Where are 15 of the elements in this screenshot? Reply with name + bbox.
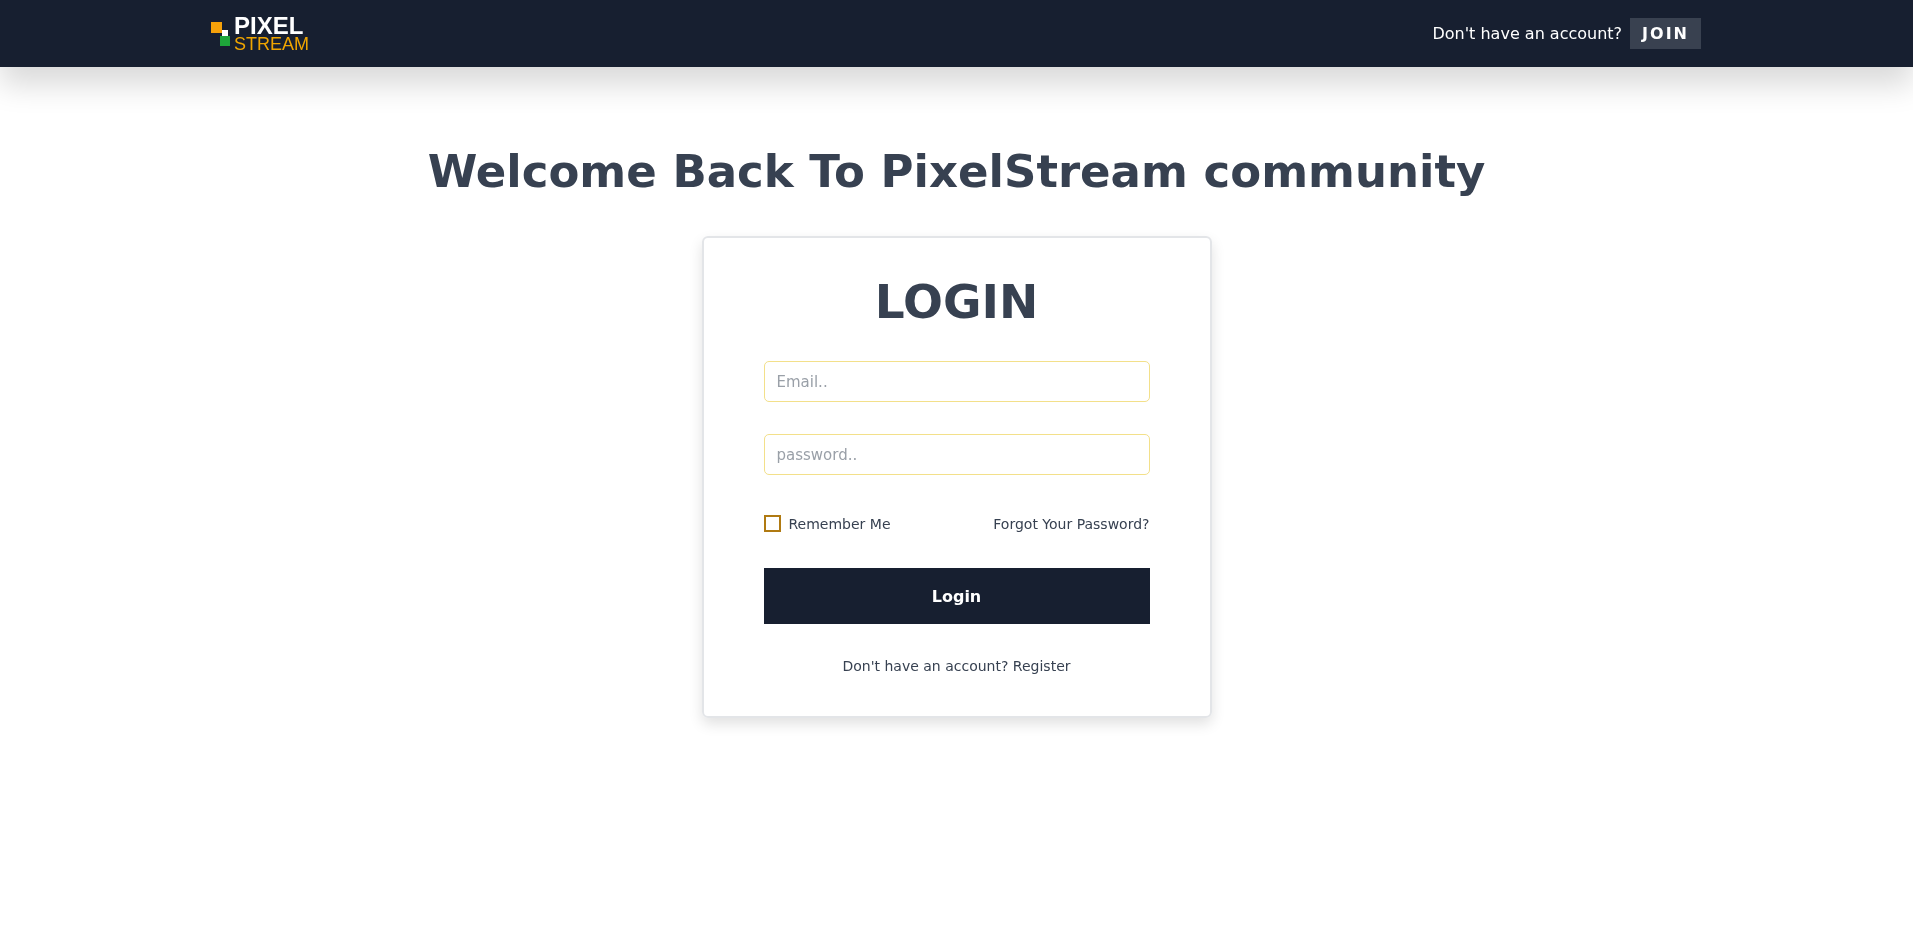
- logo-squares-icon: [211, 21, 231, 46]
- login-button[interactable]: Login: [763, 568, 1150, 624]
- email-field[interactable]: Email..: [763, 361, 1150, 402]
- remember-checkbox[interactable]: [763, 515, 781, 532]
- account-prompt: Don't have an account?: [1432, 24, 1623, 43]
- logo-text: PIXEL: [234, 14, 304, 37]
- page-heading: Welcome Back To PixelStream community: [426, 145, 1487, 198]
- join-button[interactable]: JOIN: [1630, 18, 1701, 49]
- forgot-password-link[interactable]: Forgot Your Password?: [993, 515, 1150, 532]
- remember-label: Remember Me: [788, 515, 891, 532]
- card-title: LOGIN: [873, 274, 1040, 329]
- password-field[interactable]: password..: [763, 434, 1150, 475]
- register-link[interactable]: Register: [1012, 658, 1071, 674]
- logo-subtext: STREAM: [234, 36, 309, 53]
- register-prompt: Don't have an account? Register: [841, 658, 1072, 674]
